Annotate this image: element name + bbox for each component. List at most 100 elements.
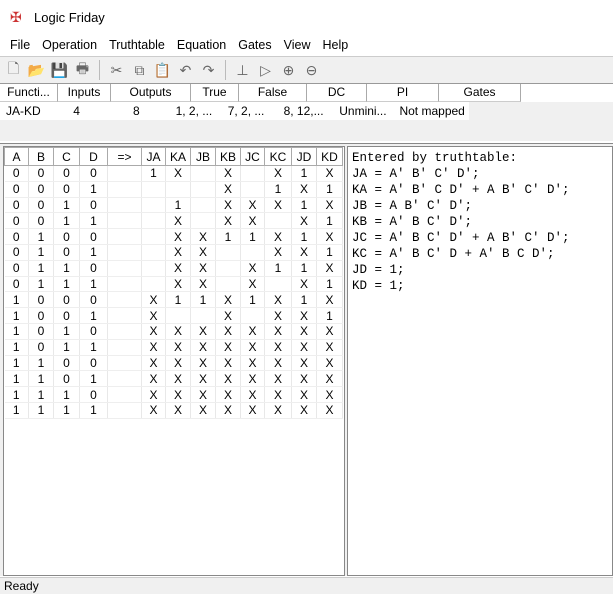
tt-cell[interactable]: 1 — [291, 197, 317, 214]
tt-cell[interactable]: X — [316, 291, 343, 309]
tt-cell[interactable]: X — [190, 355, 216, 372]
gate-icon[interactable]: ▷ — [256, 61, 275, 80]
tt-cell[interactable]: 0 — [4, 244, 29, 261]
tt-cell[interactable]: 1 — [28, 355, 54, 372]
tt-cell[interactable]: X — [190, 244, 216, 261]
tt-cell[interactable]: X — [316, 339, 343, 356]
column-header-6[interactable]: PI — [367, 84, 439, 102]
tt-cell[interactable]: 0 — [53, 181, 80, 198]
tt-cell[interactable]: 1 — [53, 402, 80, 419]
tt-cell[interactable]: X — [240, 339, 265, 356]
tt-cell[interactable] — [107, 402, 142, 419]
tt-cell[interactable]: 1 — [79, 370, 108, 388]
redo-icon[interactable]: ↷ — [199, 61, 218, 80]
menu-truthtable[interactable]: Truthtable — [103, 38, 171, 52]
tt-cell[interactable] — [190, 165, 216, 182]
tt-cell[interactable]: X — [190, 386, 216, 403]
tt-header-JC[interactable]: JC — [240, 147, 265, 166]
tt-cell[interactable]: 1 — [28, 228, 54, 245]
tt-cell[interactable]: 1 — [316, 276, 343, 293]
tt-cell[interactable]: X — [165, 212, 191, 230]
function-row[interactable]: JA-KD 4 8 1, 2, ... 7, 2, ... 8, 12,... Unmini… — [0, 102, 469, 120]
tt-cell[interactable]: 1 — [291, 291, 317, 309]
tt-cell[interactable]: 0 — [79, 291, 108, 309]
tt-cell[interactable]: 1 — [291, 260, 317, 277]
tt-cell[interactable]: 1 — [53, 276, 80, 293]
tt-cell[interactable]: 1 — [316, 244, 343, 261]
column-header-2[interactable]: Outputs — [111, 84, 191, 102]
tt-cell[interactable]: X — [264, 402, 292, 419]
tt-cell[interactable]: 0 — [28, 197, 54, 214]
tt-header-=>[interactable]: => — [107, 147, 142, 166]
tt-cell[interactable] — [264, 212, 292, 230]
tt-cell[interactable]: 0 — [53, 291, 80, 309]
tt-cell[interactable]: X — [240, 260, 265, 277]
tt-cell[interactable]: X — [316, 386, 343, 403]
tt-cell[interactable]: X — [264, 370, 292, 388]
tt-cell[interactable]: X — [316, 323, 343, 340]
tt-cell[interactable] — [264, 276, 292, 293]
tt-cell[interactable]: X — [141, 307, 166, 324]
tt-cell[interactable]: X — [240, 212, 265, 230]
tt-cell[interactable]: X — [291, 402, 317, 419]
tt-cell[interactable]: X — [165, 386, 191, 403]
tt-cell[interactable] — [190, 181, 216, 198]
tt-cell[interactable]: 1 — [79, 307, 108, 324]
tt-cell[interactable] — [107, 339, 142, 356]
tt-cell[interactable]: X — [190, 339, 216, 356]
tt-cell[interactable]: 0 — [28, 339, 54, 356]
tt-cell[interactable] — [240, 181, 265, 198]
tt-cell[interactable]: 1 — [53, 386, 80, 403]
tt-header-JD[interactable]: JD — [291, 147, 317, 166]
tt-cell[interactable]: 1 — [190, 291, 216, 309]
equation-pane[interactable]: Entered by truthtable: JA = A' B' C' D'; K… — [347, 146, 613, 576]
tt-cell[interactable]: X — [215, 339, 241, 356]
tt-cell[interactable]: 1 — [53, 339, 80, 356]
tt-cell[interactable]: 1 — [316, 307, 343, 324]
tt-cell[interactable]: X — [215, 212, 241, 230]
tt-header-B[interactable]: B — [28, 147, 54, 166]
tt-cell[interactable]: X — [291, 307, 317, 324]
tt-cell[interactable]: X — [264, 386, 292, 403]
tt-cell[interactable] — [107, 291, 142, 309]
tt-cell[interactable]: 0 — [79, 355, 108, 372]
tt-cell[interactable]: X — [215, 197, 241, 214]
menu-gates[interactable]: Gates — [232, 38, 277, 52]
tt-cell[interactable]: X — [240, 402, 265, 419]
tt-cell[interactable]: 1 — [53, 323, 80, 340]
tt-cell[interactable]: 1 — [79, 244, 108, 261]
tt-cell[interactable]: 0 — [28, 323, 54, 340]
tt-cell[interactable]: X — [141, 386, 166, 403]
zoom-out-icon[interactable]: ⊖ — [302, 61, 321, 80]
tt-cell[interactable]: X — [215, 355, 241, 372]
tt-cell[interactable]: X — [291, 355, 317, 372]
tt-cell[interactable]: X — [264, 339, 292, 356]
tt-cell[interactable]: 0 — [4, 260, 29, 277]
tt-cell[interactable]: X — [240, 355, 265, 372]
tt-cell[interactable] — [107, 386, 142, 403]
tt-header-KD[interactable]: KD — [316, 147, 343, 166]
tt-cell[interactable]: X — [316, 197, 343, 214]
tt-cell[interactable]: X — [264, 307, 292, 324]
tt-cell[interactable]: 0 — [53, 244, 80, 261]
tt-cell[interactable] — [190, 307, 216, 324]
tt-cell[interactable] — [107, 307, 142, 324]
tt-cell[interactable]: X — [264, 197, 292, 214]
tt-cell[interactable]: X — [215, 386, 241, 403]
tt-cell[interactable]: 0 — [53, 370, 80, 388]
undo-icon[interactable]: ↶ — [176, 61, 195, 80]
tt-cell[interactable]: 0 — [28, 181, 54, 198]
tt-cell[interactable]: X — [264, 323, 292, 340]
paste-icon[interactable]: 📋 — [153, 61, 172, 80]
tt-cell[interactable] — [240, 307, 265, 324]
menu-view[interactable]: View — [278, 38, 317, 52]
tt-cell[interactable]: 1 — [316, 181, 343, 198]
menu-file[interactable]: File — [4, 38, 36, 52]
tt-cell[interactable] — [190, 212, 216, 230]
tt-cell[interactable] — [141, 228, 166, 245]
tt-cell[interactable]: 0 — [28, 165, 54, 182]
tt-cell[interactable]: X — [165, 276, 191, 293]
tt-cell[interactable]: X — [165, 370, 191, 388]
tt-cell[interactable]: X — [264, 291, 292, 309]
tt-header-D[interactable]: D — [79, 147, 108, 166]
